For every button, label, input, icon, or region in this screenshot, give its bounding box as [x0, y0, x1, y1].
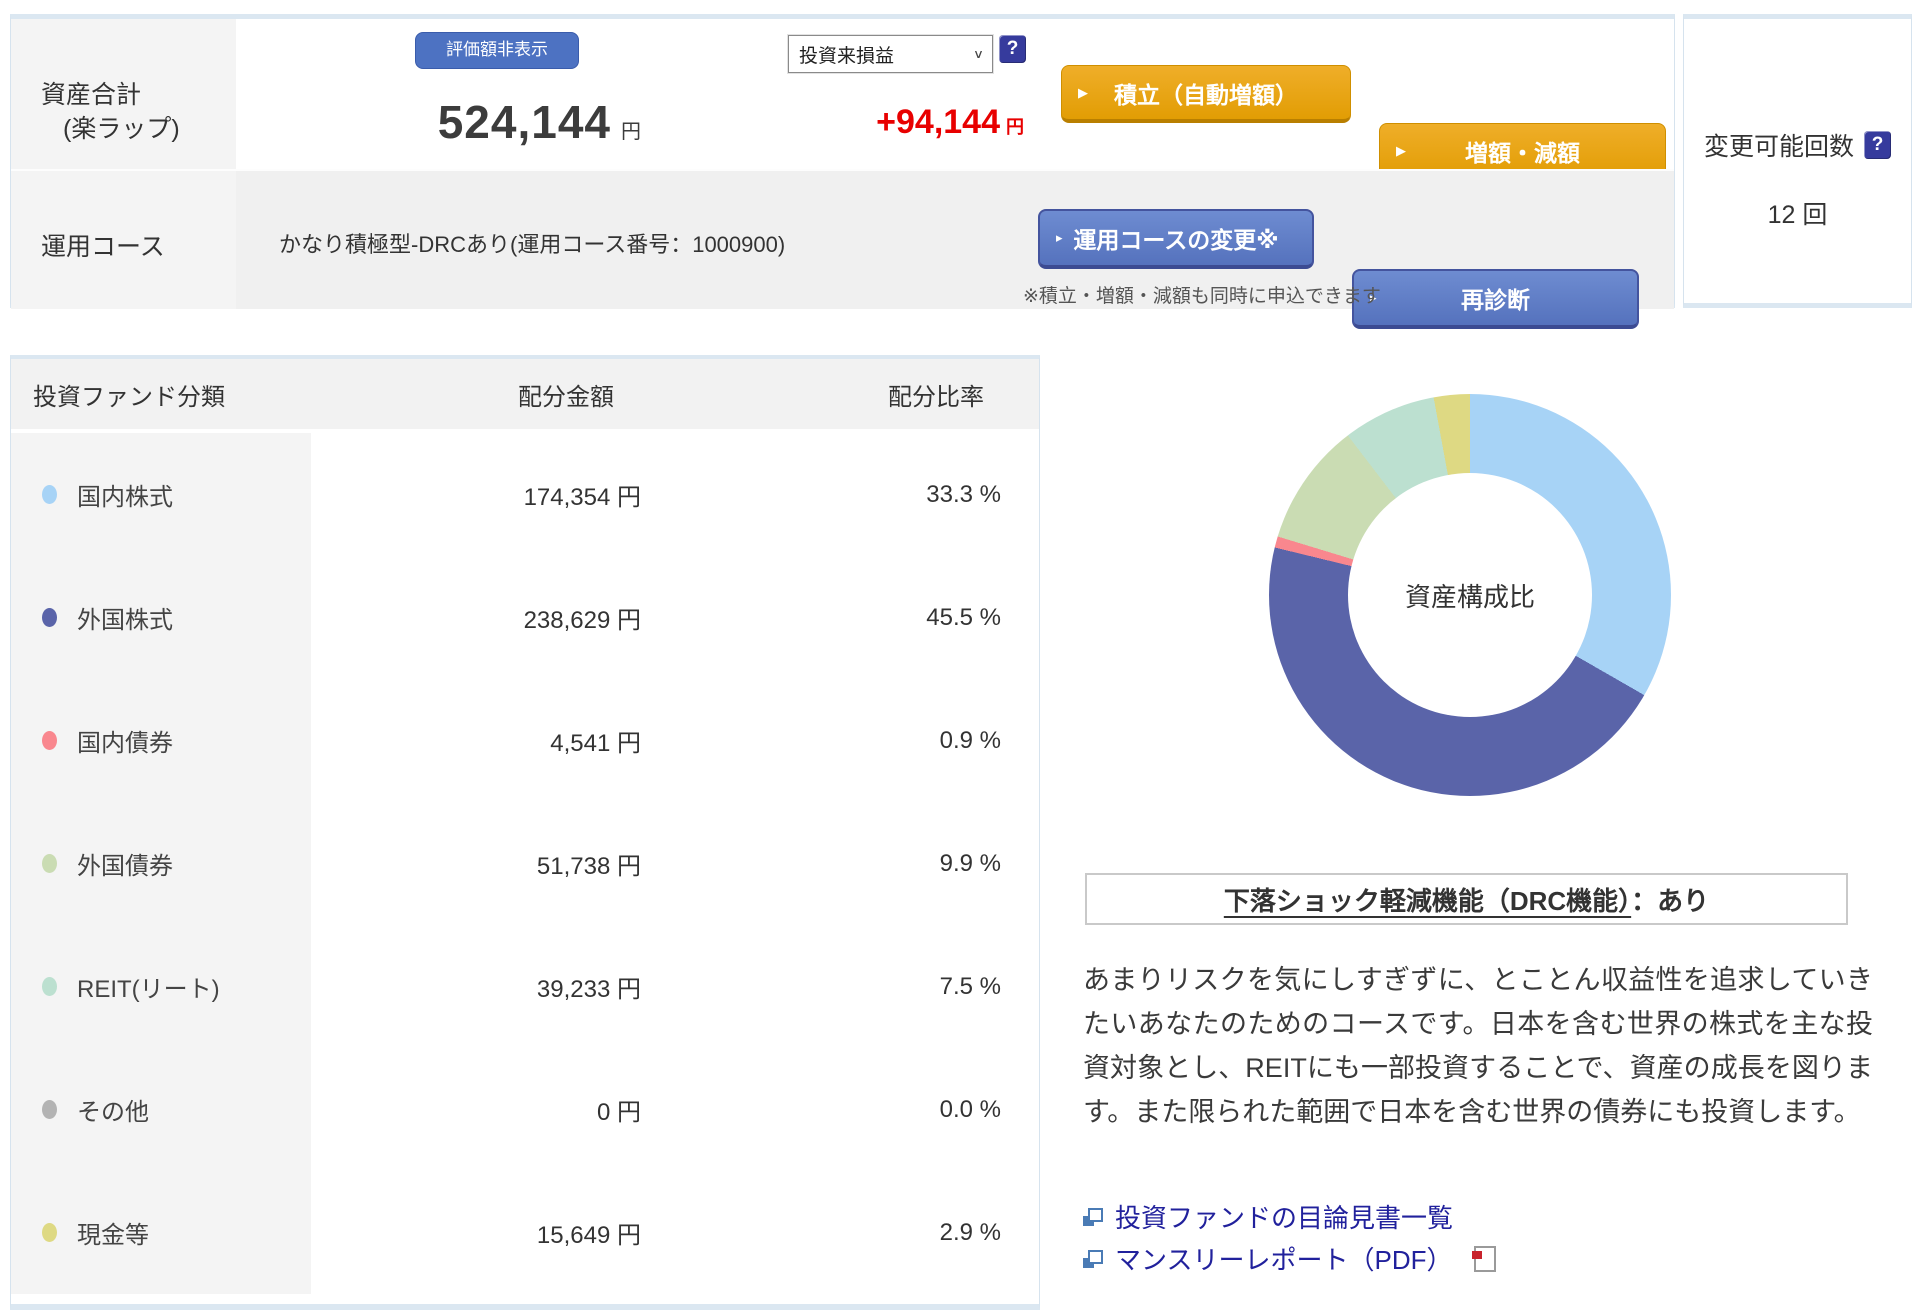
rakuten-wrap-dashboard: 資産合計 (楽ラップ) 評価額非表示 524,144 円 投資来損益 ∨ ? +9… [0, 0, 1922, 1314]
allocation-table: 投資ファンド分類 配分金額 配分比率 国内株式 174,354 円 33.3 %… [10, 355, 1040, 1310]
category-color-dot [42, 1223, 57, 1242]
pl-amount-unit: 円 [1006, 117, 1024, 137]
pl-period-dropdown[interactable]: 投資来損益 ∨ [787, 34, 994, 74]
course-description: あまりリスクを気にしすぎずに、とことん収益性を追求していきたいあなたのためのコー… [1083, 965, 1873, 1127]
change-count-header: 変更可能回数 ? [1684, 127, 1911, 163]
external-window-icon [1083, 1249, 1103, 1268]
allocation-amount: 174,354 円 [523, 484, 641, 511]
allocation-ratio: 9.9 % [939, 849, 1001, 877]
allocation-amount: 39,233 円 [536, 976, 641, 1003]
asset-composition-donut-chart: 資産構成比 [1269, 394, 1671, 796]
allocation-ratio: 2.9 % [939, 1218, 1001, 1246]
category-label: その他 [77, 1099, 149, 1126]
button-arrow-icon: ▶ [1078, 84, 1088, 100]
allocation-amount: 4,541 円 [550, 730, 641, 757]
total-amount-unit: 円 [621, 121, 641, 143]
category-label: 国内債券 [77, 730, 173, 757]
change-count-label: 変更可能回数 [1703, 133, 1854, 161]
category-label: 外国株式 [77, 607, 173, 634]
allocation-ratio: 0.9 % [939, 726, 1001, 754]
drc-feature-title: 下落ショック軽減機能（DRC機能） [1223, 885, 1632, 916]
total-amount-block: 524,144 円 [249, 95, 641, 149]
rediagnosis-button-label: 再診断 [1461, 287, 1530, 313]
hide-valuation-button[interactable]: 評価額非表示 [415, 32, 579, 69]
rediagnosis-button[interactable]: ▸ 再診断 [1352, 269, 1639, 329]
external-window-icon [1083, 1207, 1103, 1226]
tsumitate-button[interactable]: ▶ 積立（自動増額） [1061, 65, 1351, 123]
total-assets-label-cell: 資産合計 (楽ラップ) [11, 19, 236, 169]
table-row: その他 0 円 0.0 % [11, 1048, 1039, 1171]
drc-feature-box: 下落ショック軽減機能（DRC機能）：あり [1085, 873, 1848, 925]
category-color-dot [42, 485, 57, 504]
category-label: 国内株式 [77, 484, 173, 511]
allocation-amount: 15,649 円 [536, 1222, 641, 1249]
course-label-cell: 運用コース [11, 171, 236, 309]
course-change-button[interactable]: ▸ 運用コースの変更※ [1038, 209, 1314, 269]
allocation-amount: 51,738 円 [536, 853, 641, 880]
allocation-ratio: 0.0 % [939, 1095, 1001, 1123]
header-amount: 配分金額 [518, 383, 614, 411]
course-row: 運用コース かなり積極型-DRCあり(運用コース番号：1000900) ▸ 運用… [11, 169, 1674, 329]
donut-center-label: 資産構成比 [1404, 581, 1535, 612]
allocation-amount: 238,629 円 [523, 607, 641, 634]
simultaneous-apply-note: ※積立・増額・減額も同時に申込できます [1023, 286, 1381, 307]
table-row: 国内債券 4,541 円 0.9 % [11, 679, 1039, 802]
pl-period-dropdown-value: 投資来損益 [799, 45, 895, 67]
table-row: 国内株式 174,354 円 33.3 % [11, 433, 1039, 556]
summary-panel: 資産合計 (楽ラップ) 評価額非表示 524,144 円 投資来損益 ∨ ? +9… [10, 14, 1675, 329]
monthly-report-link[interactable]: マンスリーレポート（PDF） [1083, 1240, 1497, 1277]
category-color-dot [42, 608, 57, 627]
tsumitate-button-label: 積立（自動増額） [1114, 81, 1298, 108]
change-count-value: 12 回 [1767, 201, 1828, 229]
course-label: 運用コース [41, 233, 165, 261]
allocation-ratio: 7.5 % [939, 972, 1001, 1000]
category-color-dot [42, 854, 57, 873]
header-ratio: 配分比率 [888, 383, 984, 411]
category-label: 現金等 [77, 1222, 149, 1249]
header-category: 投資ファンド分類 [33, 383, 225, 411]
allocation-amount: 0 円 [596, 1099, 641, 1126]
prospectus-link-label: 投資ファンドの目論見書一覧 [1115, 1203, 1454, 1233]
table-row: 外国債券 51,738 円 9.9 % [11, 802, 1039, 925]
button-arrow-icon: ▶ [1396, 142, 1406, 158]
category-color-dot [42, 977, 57, 996]
table-row: REIT(リート) 39,233 円 7.5 % [11, 925, 1039, 1048]
prospectus-link[interactable]: 投資ファンドの目論見書一覧 [1083, 1198, 1453, 1235]
total-assets-label: 資産合計 [41, 81, 142, 109]
allocation-table-body: 国内株式 174,354 円 33.3 % 外国株式 238,629 円 45.… [11, 433, 1039, 1294]
monthly-report-link-label: マンスリーレポート（PDF） [1115, 1245, 1453, 1275]
category-label: 外国債券 [77, 853, 173, 880]
total-assets-sublabel: (楽ラップ) [63, 115, 180, 143]
course-name: かなり積極型-DRCあり(運用コース番号：1000900) [279, 232, 786, 257]
pl-amount-value: +94,144 [876, 103, 1000, 141]
chevron-down-icon: ∨ [973, 47, 984, 62]
category-color-dot [42, 731, 57, 750]
table-row: 外国株式 238,629 円 45.5 % [11, 556, 1039, 679]
allocation-ratio: 33.3 % [926, 480, 1001, 508]
allocation-table-header: 投資ファンド分類 配分金額 配分比率 [11, 359, 1039, 429]
category-color-dot [42, 1100, 57, 1119]
allocation-ratio: 45.5 % [926, 603, 1001, 631]
button-arrow-icon: ▸ [1056, 230, 1063, 245]
drc-feature-status: ：あり [1631, 885, 1710, 916]
course-change-button-label: 運用コースの変更※ [1073, 227, 1279, 253]
table-row: 現金等 15,649 円 2.9 % [11, 1171, 1039, 1294]
change-count-panel: 変更可能回数 ? 12 回 [1683, 14, 1912, 308]
total-amount-value: 524,144 [437, 96, 611, 148]
total-assets-row: 資産合計 (楽ラップ) 評価額非表示 524,144 円 投資来損益 ∨ ? +9… [11, 19, 1674, 181]
pl-help-icon[interactable]: ? [999, 35, 1026, 63]
donut-hole: 資産構成比 [1348, 473, 1592, 717]
pdf-file-icon [1472, 1245, 1497, 1272]
zougaku-genngaku-button-label: 増額・減額 [1465, 139, 1580, 166]
pl-amount-block: +94,144 円 [744, 103, 1024, 142]
category-label: REIT(リート) [77, 976, 220, 1003]
change-count-help-icon[interactable]: ? [1864, 131, 1891, 159]
